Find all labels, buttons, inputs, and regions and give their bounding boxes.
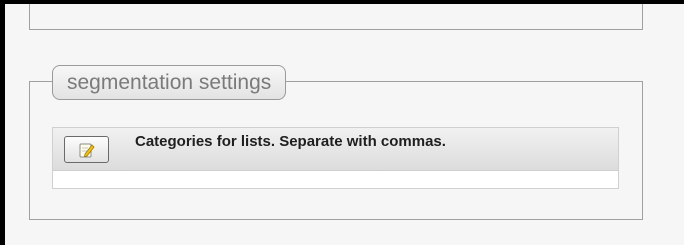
previous-settings-panel [29, 4, 643, 30]
window-frame: segmentation settings Categories for lis… [0, 0, 684, 245]
categories-setting-row: Categories for lists. Separate with comm… [52, 127, 619, 189]
categories-setting-header: Categories for lists. Separate with comm… [53, 128, 618, 171]
segmentation-settings-legend: segmentation settings [52, 65, 287, 100]
edit-categories-button[interactable] [64, 136, 109, 163]
edit-icon [78, 141, 96, 159]
categories-setting-label: Categories for lists. Separate with comm… [135, 133, 446, 150]
